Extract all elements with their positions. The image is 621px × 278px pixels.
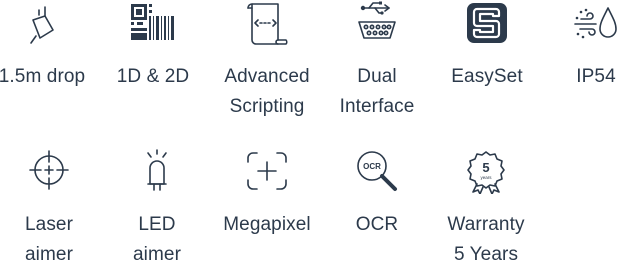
drop-icon	[30, 6, 54, 44]
badge-word: years	[480, 175, 492, 180]
feature-easyset: EasySet	[432, 0, 542, 120]
warranty-badge-icon: 5 years	[467, 151, 505, 194]
megapixel-frame-icon	[247, 152, 287, 190]
badge-number: 5	[482, 160, 489, 175]
feature-label: aimer	[132, 244, 181, 265]
feature-label: Warranty	[447, 214, 525, 235]
feature-barcode: 1D & 2D	[98, 0, 208, 120]
feature-interface: Dual Interface	[322, 0, 432, 120]
feature-label: Advanced	[224, 66, 310, 87]
feature-label: IP54	[576, 66, 616, 87]
feature-ip54: IP54	[541, 0, 621, 120]
feature-label: 1.5m drop	[0, 66, 86, 87]
led-icon	[147, 149, 167, 191]
feature-label: EasySet	[451, 66, 523, 87]
feature-label: Megapixel	[223, 214, 311, 235]
feature-warranty: 5 years Warranty 5 Years	[431, 148, 541, 278]
feature-drop: 1.5m drop	[0, 0, 97, 120]
feature-led-aimer: LED aimer	[102, 148, 212, 278]
feature-scripting: Advanced Scripting	[212, 0, 322, 120]
feature-label: Laser	[24, 214, 74, 235]
feature-label: Scripting	[229, 96, 305, 117]
feature-label: Dual	[357, 66, 397, 87]
feature-label: 5 Years	[453, 244, 519, 265]
feature-label: OCR	[355, 214, 399, 235]
usb-serial-icon	[358, 1, 396, 39]
feature-ocr: OCR OCR	[322, 148, 432, 278]
feature-label: 1D & 2D	[116, 66, 190, 87]
feature-laser-aimer: Laser aimer	[0, 148, 104, 278]
scroll-script-icon	[247, 3, 288, 45]
feature-label: LED	[138, 214, 176, 235]
barcode-qr-icon	[131, 4, 174, 40]
dust-water-icon	[574, 7, 617, 39]
feature-label: aimer	[24, 244, 73, 265]
easyset-logo-icon	[467, 3, 507, 43]
feature-megapixel: Megapixel	[212, 148, 322, 278]
feature-label: Interface	[339, 96, 415, 117]
crosshair-icon	[29, 150, 69, 190]
svg-text:OCR: OCR	[363, 162, 381, 171]
ocr-magnifier-icon: OCR	[357, 151, 397, 191]
